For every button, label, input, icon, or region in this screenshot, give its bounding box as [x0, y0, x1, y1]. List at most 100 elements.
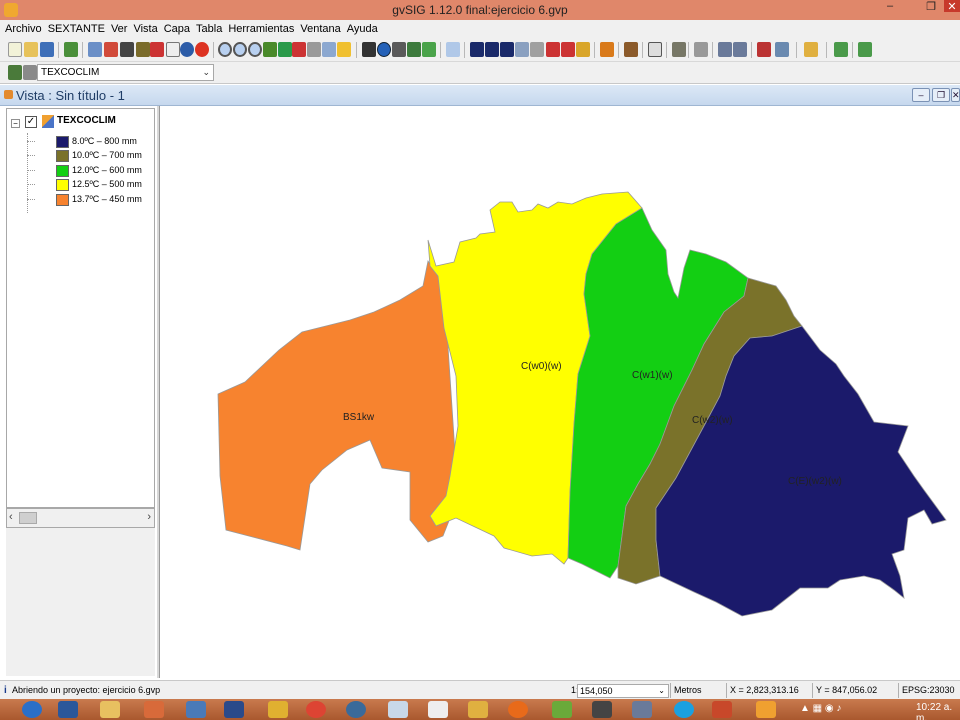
view-maximize-button[interactable]: ❐	[932, 88, 950, 102]
maximize-button[interactable]: ❐	[920, 0, 942, 14]
layer-visible-checkbox[interactable]: ✓	[25, 116, 37, 128]
zoom-layer-icon[interactable]	[263, 42, 277, 57]
app-icon[interactable]	[186, 701, 206, 718]
hand-icon[interactable]	[337, 42, 351, 57]
select-polygon-icon[interactable]	[500, 42, 514, 57]
tool-icon[interactable]	[446, 42, 460, 57]
tool-icon[interactable]	[718, 42, 732, 57]
zoom-out-icon[interactable]	[233, 42, 247, 57]
menu-vista[interactable]: Vista	[130, 23, 160, 35]
map-canvas[interactable]: BS1kw C(w0)(w) C(w1)(w) C(w2)(w) C(E)(w2…	[159, 106, 960, 678]
new-project-icon[interactable]	[8, 42, 22, 57]
scroll-thumb[interactable]	[19, 512, 37, 524]
app-icon[interactable]	[552, 701, 572, 718]
zoom-previous-icon[interactable]	[248, 42, 262, 57]
system-tray[interactable]: ▲ ▦ ◉ ♪	[800, 703, 841, 714]
app-icon[interactable]	[388, 701, 408, 718]
tool-icon[interactable]	[648, 42, 662, 57]
info-icon[interactable]	[377, 42, 391, 57]
menu-herramientas[interactable]: Herramientas	[225, 23, 297, 35]
measure-icon[interactable]	[362, 42, 376, 57]
stop-icon[interactable]	[195, 42, 209, 57]
collapse-icon[interactable]: −	[11, 119, 20, 128]
filter-icon[interactable]	[600, 42, 614, 57]
tool-icon[interactable]	[515, 42, 529, 57]
document-icon[interactable]	[428, 701, 448, 718]
firefox-icon[interactable]	[508, 701, 528, 718]
tool-icon[interactable]	[672, 42, 686, 57]
layer-name[interactable]: TEXCOCLIM	[57, 115, 116, 126]
toc-horizontal-scrollbar[interactable]: ‹ ›	[6, 508, 155, 528]
tool-icon[interactable]	[150, 42, 164, 57]
tool-icon[interactable]	[733, 42, 747, 57]
menu-sextante[interactable]: SEXTANTE	[45, 23, 108, 35]
area-icon[interactable]	[407, 42, 421, 57]
app-icon[interactable]	[346, 701, 366, 718]
edit-layer-icon[interactable]	[8, 65, 22, 80]
tool-icon[interactable]	[104, 42, 118, 57]
app-icon[interactable]	[632, 701, 652, 718]
tool-icon[interactable]	[775, 42, 789, 57]
scale-combobox[interactable]: 154,050 ⌄	[577, 684, 669, 698]
media-player-icon[interactable]	[224, 701, 244, 718]
tool-icon[interactable]	[322, 42, 336, 57]
tool-icon[interactable]	[530, 42, 544, 57]
tool-icon[interactable]	[834, 42, 848, 57]
active-layer-select[interactable]: TEXCOCLIM ⌄	[37, 64, 214, 81]
app-icon[interactable]	[268, 701, 288, 718]
menu-archivo[interactable]: Archivo	[2, 23, 45, 35]
app-icon[interactable]	[592, 701, 612, 718]
tool-icon[interactable]	[120, 42, 134, 57]
add-layer-icon[interactable]	[64, 42, 78, 57]
menu-capa[interactable]: Capa	[161, 23, 193, 35]
toolbar-separator	[594, 42, 595, 58]
internet-explorer-icon[interactable]	[22, 701, 42, 718]
powerpoint-icon[interactable]	[712, 701, 732, 718]
save-project-icon[interactable]	[40, 42, 54, 57]
table-icon[interactable]	[23, 65, 37, 80]
minimize-button[interactable]: –	[870, 0, 910, 14]
zoom-in-icon[interactable]	[218, 42, 232, 57]
pan-icon[interactable]	[307, 42, 321, 57]
clock: 10:22 a. m.	[916, 702, 953, 720]
tool-icon[interactable]	[561, 42, 575, 57]
skype-icon[interactable]	[674, 701, 694, 718]
tool-icon[interactable]	[624, 42, 638, 57]
open-project-icon[interactable]	[24, 42, 38, 57]
select-rectangle-icon[interactable]	[485, 42, 499, 57]
full-extent-icon[interactable]	[278, 42, 292, 57]
tool-icon[interactable]	[576, 42, 590, 57]
menu-tabla[interactable]: Tabla	[193, 23, 225, 35]
tool-icon[interactable]	[858, 42, 872, 57]
distance-icon[interactable]	[392, 42, 406, 57]
window-title: gvSIG 1.12.0 final:ejercicio 6.gvp	[392, 3, 568, 17]
view-minimize-button[interactable]: –	[912, 88, 930, 102]
app-icon[interactable]	[144, 701, 164, 718]
tool-icon[interactable]	[136, 42, 150, 57]
zoom-select-icon[interactable]	[292, 42, 306, 57]
chrome-icon[interactable]	[306, 701, 326, 718]
tool-icon[interactable]	[88, 42, 102, 57]
file-explorer-icon[interactable]	[100, 701, 120, 718]
tool-icon[interactable]	[546, 42, 560, 57]
word-icon[interactable]	[58, 701, 78, 718]
scroll-right-icon[interactable]: ›	[147, 511, 151, 523]
tool-icon[interactable]	[422, 42, 436, 57]
gvsig-icon[interactable]	[756, 701, 776, 718]
menu-ventana[interactable]: Ventana	[297, 23, 343, 35]
tool-icon[interactable]	[804, 42, 818, 57]
close-button[interactable]: ✕	[944, 0, 960, 13]
app-icon[interactable]	[468, 701, 488, 718]
menu-ayuda[interactable]: Ayuda	[344, 23, 381, 35]
view-close-button[interactable]: ✕	[951, 88, 960, 102]
menu-ver[interactable]: Ver	[108, 23, 131, 35]
scroll-left-icon[interactable]: ‹	[9, 511, 13, 523]
toolbar-separator	[58, 42, 59, 58]
help-icon[interactable]	[180, 42, 194, 57]
select-icon[interactable]	[470, 42, 484, 57]
zone-bs1kw[interactable]	[217, 259, 459, 551]
tool-icon[interactable]	[694, 42, 708, 57]
legend-label: 10.0ºC – 700 mm	[72, 150, 142, 160]
tool-icon[interactable]	[166, 42, 180, 57]
tool-icon[interactable]	[757, 42, 771, 57]
